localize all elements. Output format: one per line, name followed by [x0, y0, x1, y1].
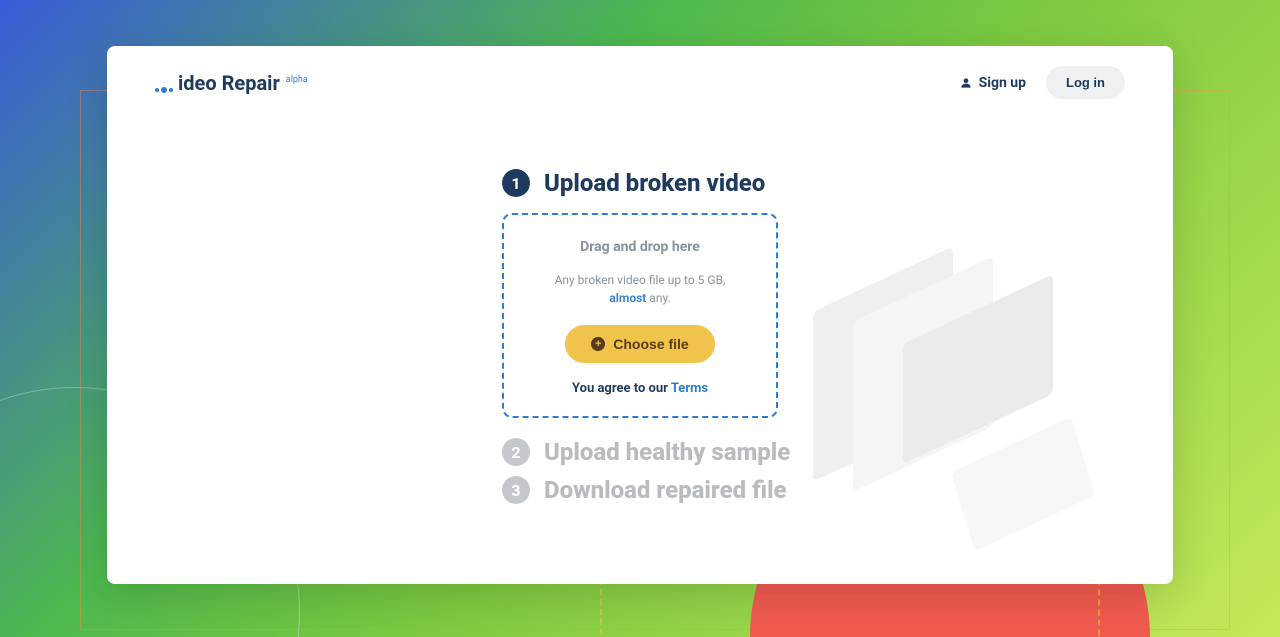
main-content: 1 Upload broken video Drag and drop here…	[107, 119, 1173, 504]
step-title-3: Download repaired file	[544, 476, 787, 504]
step-number-2: 2	[502, 438, 530, 466]
header: ideo Repair alpha Sign up Log in	[107, 46, 1173, 119]
hint-prefix: Any broken video file up to 5 GB,	[555, 273, 726, 287]
logo[interactable]: ideo Repair alpha	[155, 71, 308, 95]
choose-file-button[interactable]: + Choose file	[565, 325, 714, 363]
hint-suffix: any.	[646, 291, 670, 305]
drag-text: Drag and drop here	[524, 239, 756, 255]
step-title-2: Upload healthy sample	[544, 438, 790, 466]
header-actions: Sign up Log in	[959, 66, 1125, 99]
choose-file-label: Choose file	[613, 336, 688, 352]
login-button[interactable]: Log in	[1046, 66, 1125, 99]
logo-icon	[155, 87, 173, 93]
terms-prefix: You agree to our	[572, 381, 671, 396]
upload-dropzone[interactable]: Drag and drop here Any broken video file…	[502, 213, 778, 418]
step-number-1: 1	[502, 169, 530, 197]
step-number-3: 3	[502, 476, 530, 504]
signup-link[interactable]: Sign up	[959, 75, 1026, 91]
file-hint: Any broken video file up to 5 GB, almost…	[524, 271, 756, 307]
user-icon	[959, 76, 973, 90]
isometric-illustration	[813, 259, 1123, 539]
step-1: 1 Upload broken video	[502, 169, 1173, 197]
hint-highlight[interactable]: almost	[609, 291, 646, 305]
terms-text: You agree to our Terms	[524, 381, 756, 396]
logo-suffix: alpha	[286, 75, 308, 85]
signup-label: Sign up	[979, 75, 1026, 91]
plus-icon: +	[591, 337, 605, 351]
main-card: ideo Repair alpha Sign up Log in 1 Uploa…	[107, 46, 1173, 584]
logo-text: ideo Repair	[178, 71, 280, 95]
terms-link[interactable]: Terms	[671, 381, 708, 396]
step-title-1: Upload broken video	[544, 169, 765, 197]
